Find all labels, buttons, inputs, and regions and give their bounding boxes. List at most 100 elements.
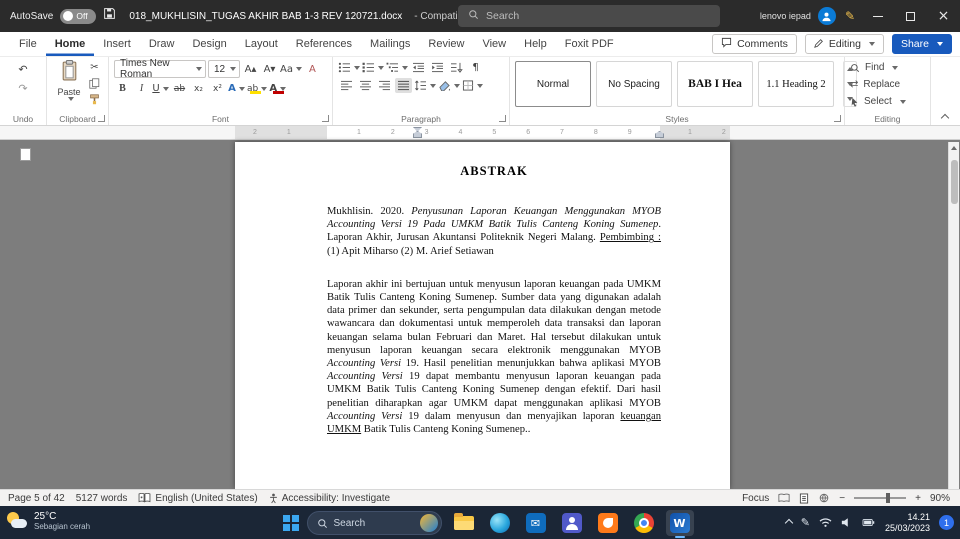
collapse-ribbon-icon[interactable] — [940, 113, 950, 123]
strikethrough-button[interactable]: ab — [171, 81, 188, 96]
bold-button[interactable]: B — [114, 81, 131, 96]
multilevel-list-button[interactable] — [386, 60, 408, 75]
font-name-combo[interactable]: Times New Roman — [114, 58, 206, 80]
battery-icon[interactable] — [861, 517, 876, 528]
tab-layout[interactable]: Layout — [236, 32, 287, 56]
align-center-button[interactable] — [357, 78, 374, 93]
edge-icon[interactable] — [486, 510, 514, 536]
styles-dialog-launcher-icon[interactable] — [834, 115, 841, 122]
show-formatting-marks-button[interactable]: ¶ — [467, 60, 484, 75]
hidden-icons-chevron[interactable] — [784, 518, 793, 527]
zoom-in-button[interactable]: + — [915, 493, 921, 504]
sort-button[interactable] — [448, 60, 465, 75]
increase-indent-button[interactable] — [429, 60, 446, 75]
zoom-slider-thumb[interactable] — [886, 493, 891, 503]
page-indicator[interactable]: Page 5 of 42 — [8, 493, 65, 504]
zoom-slider[interactable] — [854, 493, 907, 503]
wifi-icon[interactable] — [819, 517, 832, 528]
cut-button[interactable]: ✂ — [86, 60, 103, 75]
word-count[interactable]: 5127 words — [76, 493, 128, 504]
document-title[interactable]: 018_MUKHLISIN_TUGAS AKHIR BAB 1-3 REV 12… — [129, 11, 402, 22]
shrink-font-button[interactable]: A▾ — [261, 62, 278, 77]
grow-font-button[interactable]: A▴ — [242, 62, 259, 77]
tab-file[interactable]: File — [10, 32, 46, 56]
editing-mode-button[interactable]: Editing — [804, 34, 884, 54]
accessibility-status[interactable]: Accessibility: Investigate — [269, 493, 390, 504]
justify-button[interactable] — [395, 78, 412, 93]
comments-button[interactable]: Comments — [712, 34, 797, 54]
highlight-color-button[interactable]: ab — [247, 81, 268, 96]
tab-design[interactable]: Design — [183, 32, 235, 56]
tab-mailings[interactable]: Mailings — [361, 32, 419, 56]
minimize-button[interactable] — [861, 0, 894, 32]
find-button[interactable]: Find — [850, 59, 925, 76]
teams-icon[interactable] — [558, 510, 586, 536]
focus-mode-button[interactable]: Focus — [742, 493, 769, 504]
align-left-button[interactable] — [338, 78, 355, 93]
maximize-button[interactable] — [894, 0, 927, 32]
align-right-button[interactable] — [376, 78, 393, 93]
search-input[interactable]: Search — [458, 5, 720, 27]
text-effects-button[interactable]: A — [228, 81, 245, 96]
tab-references[interactable]: References — [287, 32, 361, 56]
clear-formatting-button[interactable]: A — [304, 62, 321, 77]
volume-icon[interactable] — [841, 517, 852, 528]
share-button[interactable]: Share — [891, 34, 952, 54]
autosave-toggle[interactable]: Off — [60, 8, 97, 24]
tab-review[interactable]: Review — [419, 32, 473, 56]
web-layout-button[interactable] — [818, 493, 830, 503]
print-layout-button[interactable] — [799, 493, 809, 504]
vertical-scrollbar[interactable] — [948, 142, 959, 489]
scrollbar-thumb[interactable] — [951, 160, 958, 204]
account-name[interactable]: lenovo iepad — [760, 11, 811, 21]
start-button[interactable] — [283, 515, 299, 531]
account-avatar[interactable] — [817, 7, 836, 25]
italic-button[interactable]: I — [133, 81, 150, 96]
shading-button[interactable] — [438, 78, 460, 93]
ink-pen-icon[interactable]: ✎ — [845, 9, 855, 23]
taskbar-search[interactable]: Search — [306, 511, 442, 535]
paragraph-dialog-launcher-icon[interactable] — [499, 115, 506, 122]
bullets-button[interactable] — [338, 60, 360, 75]
zoom-level[interactable]: 90% — [930, 493, 950, 504]
superscript-button[interactable]: x² — [209, 81, 226, 96]
save-icon[interactable] — [103, 7, 116, 25]
weather-widget[interactable]: 25°C Sebagian cerah — [6, 510, 90, 532]
borders-button[interactable] — [462, 78, 483, 93]
subscript-button[interactable]: x₂ — [190, 81, 207, 96]
file-explorer-icon[interactable] — [450, 510, 478, 536]
decrease-indent-button[interactable] — [410, 60, 427, 75]
outlook-icon[interactable]: ✉ — [522, 510, 550, 536]
close-button[interactable]: × — [927, 0, 960, 32]
tab-insert[interactable]: Insert — [94, 32, 140, 56]
copy-button[interactable] — [86, 76, 103, 91]
tab-draw[interactable]: Draw — [140, 32, 184, 56]
style-bab-i-heading[interactable]: BAB I Hea — [677, 61, 753, 107]
change-case-button[interactable]: Aa — [280, 62, 302, 77]
zoom-out-button[interactable]: − — [839, 493, 845, 504]
underline-button[interactable]: U — [152, 81, 169, 96]
numbering-button[interactable] — [362, 60, 384, 75]
font-color-button[interactable]: A — [269, 81, 287, 96]
tab-foxit-pdf[interactable]: Foxit PDF — [556, 32, 623, 56]
horizontal-ruler[interactable]: 2 1 1 2 3 4 5 6 7 8 9 1 2 — [0, 126, 960, 140]
foxit-icon[interactable] — [594, 510, 622, 536]
scroll-up-arrow-icon[interactable] — [949, 142, 959, 154]
style-no-spacing[interactable]: No Spacing — [596, 61, 672, 107]
clock[interactable]: 14.21 25/03/2023 — [885, 512, 930, 533]
undo-button[interactable]: ↶ — [14, 60, 33, 79]
tab-view[interactable]: View — [473, 32, 515, 56]
tab-home[interactable]: Home — [46, 32, 95, 56]
tray-pen-icon[interactable]: ✎ — [801, 516, 810, 529]
line-spacing-button[interactable] — [414, 78, 436, 93]
document-page[interactable]: ABSTRAK Mukhlisin. 2020. Penyusunan Lapo… — [235, 142, 730, 489]
font-dialog-launcher-icon[interactable] — [322, 115, 329, 122]
clipboard-dialog-launcher-icon[interactable] — [98, 115, 105, 122]
read-mode-button[interactable] — [778, 493, 790, 503]
word-icon[interactable]: W — [665, 510, 694, 538]
font-size-combo[interactable]: 12 — [208, 60, 240, 78]
select-button[interactable]: Select — [850, 93, 925, 110]
style-normal[interactable]: Normal — [515, 61, 591, 107]
tab-help[interactable]: Help — [515, 32, 556, 56]
paste-button[interactable]: Paste — [52, 60, 86, 110]
